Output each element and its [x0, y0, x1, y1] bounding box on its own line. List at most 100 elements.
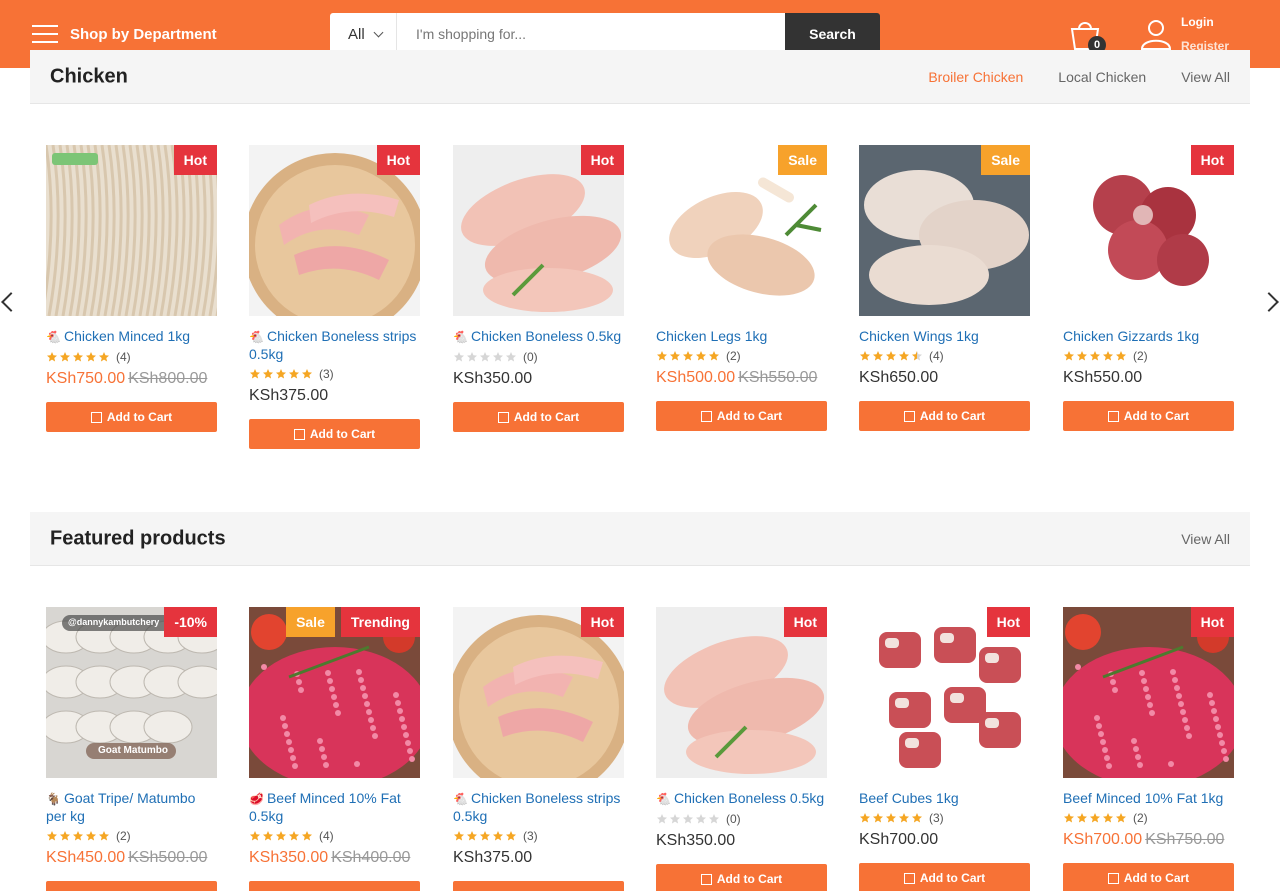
- product-card[interactable]: Sale Chicken Wings 1kg (4) KSh650.00 Add to …: [859, 145, 1030, 431]
- review-count: (3): [523, 829, 538, 843]
- product-name: Chicken Boneless 0.5kg: [673, 790, 825, 806]
- star-rating: [656, 350, 720, 362]
- star-icon: [250, 831, 260, 841]
- product-image[interactable]: Hot: [656, 607, 827, 778]
- product-image[interactable]: Sale Trending: [249, 607, 420, 778]
- product-current-price: KSh650.00: [859, 369, 939, 386]
- view-all-link[interactable]: View All: [1181, 531, 1230, 547]
- star-icon: [99, 352, 109, 362]
- tab-local-chicken[interactable]: Local Chicken: [1058, 69, 1146, 85]
- add-to-cart-label: Add to Cart: [919, 409, 986, 423]
- product-image[interactable]: Hot: [859, 607, 1030, 778]
- product-badge: Hot: [1190, 607, 1234, 637]
- product-card[interactable]: Sale Trending 🥩 Beef Minced 10% Fat 0.5kg (4…: [249, 607, 420, 891]
- tab-broiler-chicken[interactable]: Broiler Chicken: [928, 69, 1023, 85]
- add-to-cart-button[interactable]: Add to Cart: [1063, 401, 1234, 431]
- star-icon: [60, 352, 70, 362]
- product-name-link[interactable]: 🐐 Goat Tripe/ Matumbo per kg: [46, 790, 217, 825]
- product-badge: Sale: [286, 607, 335, 637]
- search-button[interactable]: Search: [785, 13, 880, 55]
- add-to-cart-label: Add to Cart: [919, 871, 986, 885]
- product-name-link[interactable]: Beef Cubes 1kg: [859, 790, 1030, 807]
- carousel-prev-icon[interactable]: [1, 292, 21, 312]
- product-name-link[interactable]: Chicken Gizzards 1kg: [1063, 328, 1234, 345]
- product-badge: -10%: [164, 607, 217, 637]
- add-to-cart-button[interactable]: Add to Cart: [249, 419, 420, 449]
- star-rating: [656, 813, 720, 825]
- add-to-cart-button[interactable]: Add to Cart: [859, 863, 1030, 891]
- star-icon: [454, 352, 464, 362]
- star-icon: [1090, 813, 1100, 823]
- search-input[interactable]: [397, 13, 785, 55]
- product-card[interactable]: Hot 🐔 Chicken Boneless strips 0.5kg (3) KSh3…: [249, 145, 420, 449]
- product-name-link[interactable]: Beef Minced 10% Fat 1kg: [1063, 790, 1234, 807]
- login-link[interactable]: Login: [1181, 15, 1214, 29]
- product-image[interactable]: Hot: [1063, 145, 1234, 316]
- add-to-cart-label: Add to Cart: [309, 427, 376, 441]
- product-card[interactable]: Hot 🐔 Chicken Minced 1kg (4) KSh750.00 KSh800…: [46, 145, 217, 432]
- star-icon: [493, 831, 503, 841]
- product-name-link[interactable]: 🥩 Beef Minced 10% Fat 0.5kg: [249, 790, 420, 825]
- product-name-link[interactable]: 🐔 Chicken Boneless strips 0.5kg: [249, 328, 420, 363]
- search-bar: All Search: [330, 13, 880, 55]
- section-tabs: View All: [1181, 531, 1230, 547]
- product-image[interactable]: Sale: [656, 145, 827, 316]
- product-card[interactable]: Hot Beef Minced 10% Fat 1kg (2) KSh700.00 KS…: [1063, 607, 1234, 891]
- product-card[interactable]: Hot 🐔 Chicken Boneless strips 0.5kg (3) KSh3…: [453, 607, 624, 891]
- product-badge: Hot: [580, 145, 624, 175]
- add-to-cart-button[interactable]: Add to Cart: [656, 401, 827, 431]
- product-image[interactable]: Hot: [453, 607, 624, 778]
- product-image[interactable]: Hot: [249, 145, 420, 316]
- menu-icon[interactable]: [32, 25, 58, 43]
- product-name-link[interactable]: 🐔 Chicken Boneless 0.5kg: [453, 328, 624, 346]
- product-current-price: KSh700.00: [1063, 831, 1143, 848]
- product-card[interactable]: Sale Chicken Legs 1kg (2) KSh500.00 KSh550.0…: [656, 145, 827, 431]
- product-name-link[interactable]: Chicken Legs 1kg: [656, 328, 827, 345]
- review-count: (2): [726, 349, 741, 363]
- product-card[interactable]: Hot 🐔 Chicken Boneless 0.5kg (0) KSh350.00 Ad…: [453, 145, 624, 432]
- add-to-cart-button[interactable]: Add to Cart: [46, 881, 217, 891]
- add-to-cart-button[interactable]: Add to Cart: [453, 402, 624, 432]
- product-card[interactable]: -10% @dannykambutchery Goat Matumbo 🐐 Goat T…: [46, 607, 217, 891]
- product-name-link[interactable]: 🐔 Chicken Boneless strips 0.5kg: [453, 790, 624, 825]
- product-card[interactable]: Hot Chicken Gizzards 1kg (2) KSh550.00 Add t…: [1063, 145, 1234, 431]
- add-to-cart-button[interactable]: Add to Cart: [453, 881, 624, 891]
- star-icon: [657, 351, 667, 361]
- add-to-cart-button[interactable]: Add to Cart: [46, 402, 217, 432]
- star-rating: [1063, 350, 1127, 362]
- product-rating: (3): [859, 811, 1030, 825]
- product-image[interactable]: Hot: [1063, 607, 1234, 778]
- product-image[interactable]: Sale: [859, 145, 1030, 316]
- shop-by-department[interactable]: Shop by Department: [32, 22, 217, 46]
- product-name-link[interactable]: Chicken Wings 1kg: [859, 328, 1030, 345]
- product-card[interactable]: Hot 🐔 Chicken Boneless 0.5kg (0) KSh350.00 Ad…: [656, 607, 827, 891]
- product-price: KSh350.00 KSh400.00: [249, 849, 420, 867]
- product-name-link[interactable]: 🐔 Chicken Boneless 0.5kg: [656, 790, 827, 808]
- view-all-link[interactable]: View All: [1181, 69, 1230, 85]
- product-image[interactable]: -10% @dannykambutchery Goat Matumbo: [46, 607, 217, 778]
- product-badge: Hot: [173, 145, 217, 175]
- review-count: (4): [929, 349, 944, 363]
- cart-icon: [1107, 872, 1119, 884]
- product-card[interactable]: Hot Beef Cubes 1kg (3) KSh700.00 Add to Cart: [859, 607, 1030, 891]
- image-watermark-text: @dannykambutchery: [68, 617, 160, 627]
- star-icon: [467, 831, 477, 841]
- star-icon: [1103, 813, 1113, 823]
- product-image[interactable]: Hot: [46, 145, 217, 316]
- product-image[interactable]: Hot: [453, 145, 624, 316]
- product-current-price: KSh350.00: [453, 370, 533, 387]
- product-name-link[interactable]: 🐔 Chicken Minced 1kg: [46, 328, 217, 346]
- product-emoji: 🐐: [46, 792, 61, 806]
- add-to-cart-button[interactable]: Add to Cart: [656, 864, 827, 891]
- add-to-cart-button[interactable]: Add to Cart: [859, 401, 1030, 431]
- user-icon[interactable]: [1140, 18, 1172, 50]
- cart-icon: [903, 872, 915, 884]
- review-count: (2): [1133, 349, 1148, 363]
- star-icon: [250, 369, 260, 379]
- carousel-next-icon[interactable]: [1259, 292, 1279, 312]
- add-to-cart-button[interactable]: Add to Cart: [1063, 863, 1234, 891]
- add-to-cart-button[interactable]: Add to Cart: [249, 881, 420, 891]
- star-icon: [60, 831, 70, 841]
- product-price: KSh375.00: [453, 849, 624, 867]
- search-category-select[interactable]: All: [330, 13, 397, 55]
